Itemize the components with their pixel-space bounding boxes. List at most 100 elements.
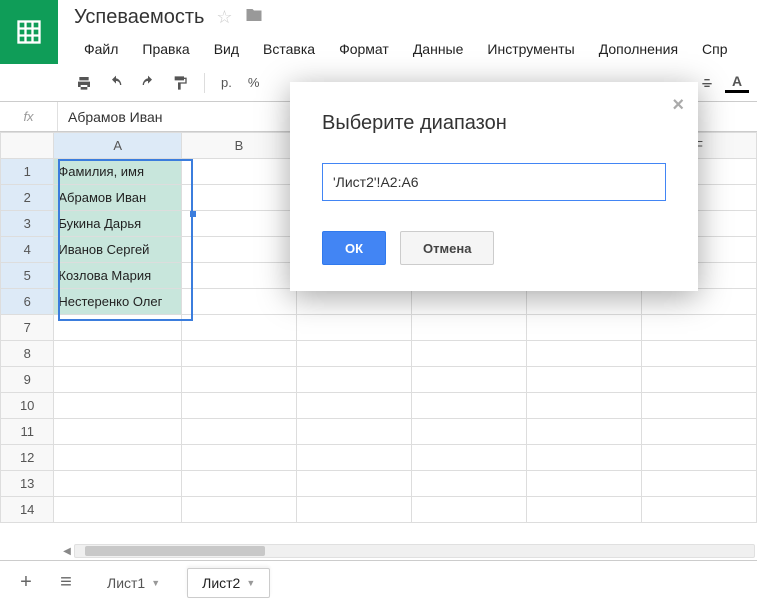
cell[interactable] [182,211,297,237]
cell[interactable] [182,419,297,445]
cell[interactable] [296,341,411,367]
cell[interactable] [182,159,297,185]
cell[interactable] [412,497,527,523]
select-all-corner[interactable] [1,133,54,159]
cell[interactable] [182,341,297,367]
all-sheets-button[interactable]: ≡ [52,569,80,597]
cell[interactable] [527,393,642,419]
menu-edit[interactable]: Правка [132,37,199,61]
menu-help[interactable]: Спр [692,37,737,61]
cancel-button[interactable]: Отмена [400,231,494,265]
row-header[interactable]: 10 [1,393,54,419]
scrollbar-thumb[interactable] [85,546,265,556]
percent-button[interactable]: % [244,75,264,90]
row-header[interactable]: 3 [1,211,54,237]
cell[interactable] [54,419,182,445]
cell[interactable] [54,471,182,497]
selection-handle[interactable] [190,211,196,217]
row-header[interactable]: 4 [1,237,54,263]
cell[interactable]: Нестеренко Олег [54,289,182,315]
cell[interactable] [642,315,757,341]
cell[interactable] [412,419,527,445]
cell[interactable] [412,471,527,497]
cell[interactable] [642,419,757,445]
cell[interactable] [182,393,297,419]
menu-file[interactable]: Файл [74,37,128,61]
row-header[interactable]: 11 [1,419,54,445]
row-header[interactable]: 14 [1,497,54,523]
col-header-B[interactable]: B [182,133,297,159]
menu-tools[interactable]: Инструменты [477,37,584,61]
cell[interactable]: Букина Дарья [54,211,182,237]
cell[interactable] [182,237,297,263]
row-header[interactable]: 1 [1,159,54,185]
cell[interactable] [527,289,642,315]
row-header[interactable]: 12 [1,445,54,471]
sheet-tab[interactable]: Лист1▼ [92,568,175,598]
cell[interactable] [182,263,297,289]
cell[interactable] [182,471,297,497]
cell[interactable] [412,367,527,393]
currency-button[interactable]: р. [217,75,236,90]
paint-format-icon[interactable] [168,71,192,95]
cell[interactable] [54,497,182,523]
cell[interactable] [182,289,297,315]
cell[interactable] [412,341,527,367]
range-input[interactable] [322,163,666,201]
cell[interactable] [54,341,182,367]
cell[interactable] [54,393,182,419]
cell[interactable] [54,367,182,393]
sheet-tab[interactable]: Лист2▼ [187,568,270,598]
cell[interactable] [642,471,757,497]
cell[interactable] [527,445,642,471]
menu-data[interactable]: Данные [403,37,474,61]
print-icon[interactable] [72,71,96,95]
row-header[interactable]: 13 [1,471,54,497]
cell[interactable] [412,289,527,315]
cell[interactable] [412,393,527,419]
cell[interactable] [527,471,642,497]
row-header[interactable]: 2 [1,185,54,211]
cell[interactable] [642,445,757,471]
cell[interactable] [296,367,411,393]
cell[interactable] [296,315,411,341]
cell[interactable] [296,419,411,445]
cell[interactable]: Козлова Мария [54,263,182,289]
cell[interactable]: Фамилия, имя [54,159,182,185]
cell[interactable] [182,185,297,211]
menu-format[interactable]: Формат [329,37,399,61]
close-icon[interactable]: × [672,94,684,117]
undo-icon[interactable] [104,71,128,95]
cell[interactable] [527,497,642,523]
cell[interactable] [296,497,411,523]
menu-addons[interactable]: Дополнения [589,37,688,61]
cell[interactable] [296,289,411,315]
cell[interactable] [296,393,411,419]
row-header[interactable]: 9 [1,367,54,393]
app-logo[interactable] [0,0,58,64]
cell[interactable]: Абрамов Иван [54,185,182,211]
cell[interactable] [54,445,182,471]
row-header[interactable]: 5 [1,263,54,289]
folder-icon[interactable] [245,6,263,29]
text-color-icon[interactable]: A [725,73,749,93]
cell[interactable] [296,445,411,471]
cell[interactable] [527,419,642,445]
cell[interactable] [642,367,757,393]
horizontal-scrollbar[interactable]: ◀ [74,544,755,558]
cell[interactable] [182,497,297,523]
cell[interactable] [412,315,527,341]
strikethrough-icon[interactable] [695,71,719,95]
cell[interactable] [182,445,297,471]
row-header[interactable]: 8 [1,341,54,367]
redo-icon[interactable] [136,71,160,95]
menu-view[interactable]: Вид [204,37,249,61]
cell[interactable]: Иванов Сергей [54,237,182,263]
cell[interactable] [642,497,757,523]
cell[interactable] [54,315,182,341]
star-icon[interactable]: ☆ [216,7,232,28]
ok-button[interactable]: ОК [322,231,386,265]
cell[interactable] [182,315,297,341]
cell[interactable] [642,341,757,367]
scroll-left-icon[interactable]: ◀ [59,545,75,557]
